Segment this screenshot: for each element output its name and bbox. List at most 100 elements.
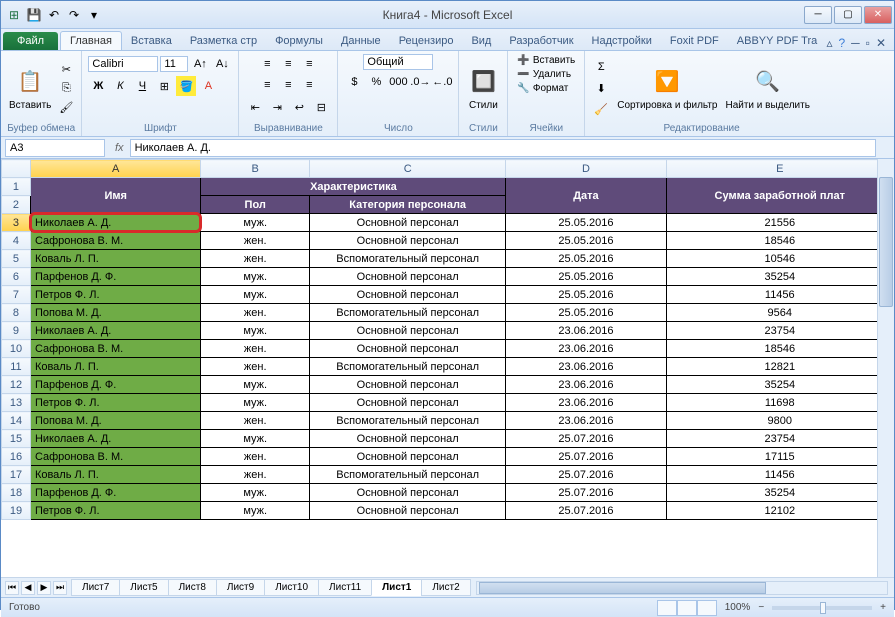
cell-name[interactable]: Попова М. Д. [30, 412, 201, 430]
doc-minimize-icon[interactable]: ─ [851, 36, 860, 50]
sheet-tab[interactable]: Лист2 [421, 579, 470, 596]
align-middle-icon[interactable]: ≡ [278, 54, 298, 74]
delete-cells-button[interactable]: ➖Удалить [514, 68, 574, 81]
row-header[interactable]: 8 [2, 304, 31, 322]
cell-gender[interactable]: муж. [201, 268, 310, 286]
cell-salary[interactable]: 17115 [666, 448, 893, 466]
cell-category[interactable]: Вспомогательный персонал [309, 466, 505, 484]
cell-date[interactable]: 23.06.2016 [506, 340, 666, 358]
align-center-icon[interactable]: ≡ [278, 75, 298, 95]
cell-salary[interactable]: 9564 [666, 304, 893, 322]
cell-gender[interactable]: жен. [201, 448, 310, 466]
cell-name[interactable]: Парфенов Д. Ф. [30, 268, 201, 286]
font-name-select[interactable] [88, 56, 158, 72]
cell-salary[interactable]: 9800 [666, 412, 893, 430]
table-header-char[interactable]: Характеристика [201, 178, 506, 196]
minimize-button[interactable]: ─ [804, 6, 832, 24]
cell-date[interactable]: 25.05.2016 [506, 286, 666, 304]
minimize-ribbon-icon[interactable]: ▵ [826, 36, 832, 50]
cell-name[interactable]: Петров Ф. Л. [30, 286, 201, 304]
autosum-icon[interactable]: Σ [591, 57, 611, 77]
fill-icon[interactable]: ⬇ [591, 78, 611, 98]
row-header[interactable]: 5 [2, 250, 31, 268]
cell-salary[interactable]: 35254 [666, 484, 893, 502]
cell-salary[interactable]: 10546 [666, 250, 893, 268]
tab-layout[interactable]: Разметка стр [181, 32, 266, 50]
cell-gender[interactable]: муж. [201, 502, 310, 520]
close-button[interactable]: ✕ [864, 6, 892, 24]
cell-gender[interactable]: жен. [201, 340, 310, 358]
cell-gender[interactable]: муж. [201, 394, 310, 412]
cell-salary[interactable]: 11456 [666, 466, 893, 484]
cell-category[interactable]: Основной персонал [309, 268, 505, 286]
cell-salary[interactable]: 11698 [666, 394, 893, 412]
copy-icon[interactable]: ⎘ [57, 79, 75, 97]
tab-data[interactable]: Данные [332, 32, 390, 50]
redo-icon[interactable]: ↷ [65, 6, 83, 24]
format-cells-button[interactable]: 🔧Формат [514, 82, 571, 95]
bold-button[interactable]: Ж [88, 76, 108, 96]
row-header[interactable]: 16 [2, 448, 31, 466]
cell-date[interactable]: 25.07.2016 [506, 484, 666, 502]
cell-date[interactable]: 25.07.2016 [506, 430, 666, 448]
cell-category[interactable]: Основной персонал [309, 376, 505, 394]
formula-input[interactable]: Николаев А. Д. [130, 139, 876, 157]
increase-font-icon[interactable]: A↑ [190, 54, 210, 74]
row-header[interactable]: 10 [2, 340, 31, 358]
cell-salary[interactable]: 23754 [666, 430, 893, 448]
scroll-thumb[interactable] [879, 177, 893, 307]
align-top-icon[interactable]: ≡ [257, 54, 277, 74]
decrease-indent-icon[interactable]: ⇤ [245, 97, 265, 117]
doc-restore-icon[interactable]: ▫ [866, 36, 870, 50]
find-select-button[interactable]: 🔍 Найти и выделить [723, 64, 811, 113]
sheet-tab[interactable]: Лист10 [264, 579, 319, 596]
tab-developer[interactable]: Разработчик [500, 32, 582, 50]
row-header[interactable]: 15 [2, 430, 31, 448]
cell-category[interactable]: Вспомогательный персонал [309, 250, 505, 268]
cell-name[interactable]: Сафронова В. М. [30, 448, 201, 466]
cell-name[interactable]: Петров Ф. Л. [30, 502, 201, 520]
cell-gender[interactable]: жен. [201, 250, 310, 268]
fill-color-icon[interactable]: 🪣 [176, 76, 196, 96]
cell-name[interactable]: Николаев А. Д. [30, 322, 201, 340]
cell-category[interactable]: Основной персонал [309, 322, 505, 340]
sheet-tab[interactable]: Лист8 [168, 579, 217, 596]
row-header[interactable]: 12 [2, 376, 31, 394]
number-format-select[interactable] [363, 54, 433, 70]
cell-name[interactable]: Коваль Л. П. [30, 466, 201, 484]
sheet-tab[interactable]: Лист1 [371, 579, 422, 596]
horizontal-scrollbar[interactable] [476, 581, 888, 595]
cell-gender[interactable]: муж. [201, 286, 310, 304]
styles-button[interactable]: 🔲 Стили [465, 64, 501, 113]
tab-home[interactable]: Главная [60, 31, 122, 50]
wrap-text-icon[interactable]: ↩ [289, 97, 309, 117]
tab-foxit[interactable]: Foxit PDF [661, 32, 728, 50]
cell-date[interactable]: 23.06.2016 [506, 412, 666, 430]
cell-salary[interactable]: 23754 [666, 322, 893, 340]
view-pagebreak-icon[interactable] [697, 600, 717, 616]
doc-close-icon[interactable]: ✕ [876, 36, 886, 50]
table-header-gender[interactable]: Пол [201, 196, 310, 214]
cell-date[interactable]: 25.05.2016 [506, 232, 666, 250]
cell-category[interactable]: Основной персонал [309, 214, 505, 232]
cell-salary[interactable]: 18546 [666, 340, 893, 358]
insert-cells-button[interactable]: ➕Вставить [514, 54, 578, 67]
cell-category[interactable]: Основной персонал [309, 448, 505, 466]
cell-date[interactable]: 25.05.2016 [506, 268, 666, 286]
format-painter-icon[interactable]: 🖌 [57, 98, 75, 116]
cell-salary[interactable]: 18546 [666, 232, 893, 250]
cell-category[interactable]: Основной персонал [309, 484, 505, 502]
cell-name[interactable]: Николаев А. Д. [30, 430, 201, 448]
clear-icon[interactable]: 🧹 [591, 99, 611, 119]
cell-name[interactable]: Коваль Л. П. [30, 250, 201, 268]
tab-insert[interactable]: Вставка [122, 32, 181, 50]
sheet-nav-first-icon[interactable]: ⏮ [5, 581, 19, 595]
cell-gender[interactable]: муж. [201, 430, 310, 448]
zoom-slider[interactable] [772, 606, 872, 610]
table-header-date[interactable]: Дата [506, 178, 666, 214]
row-header[interactable]: 4 [2, 232, 31, 250]
cell-category[interactable]: Основной персонал [309, 394, 505, 412]
fx-icon[interactable]: fx [109, 142, 130, 154]
italic-button[interactable]: К [110, 76, 130, 96]
cell-name[interactable]: Попова М. Д. [30, 304, 201, 322]
